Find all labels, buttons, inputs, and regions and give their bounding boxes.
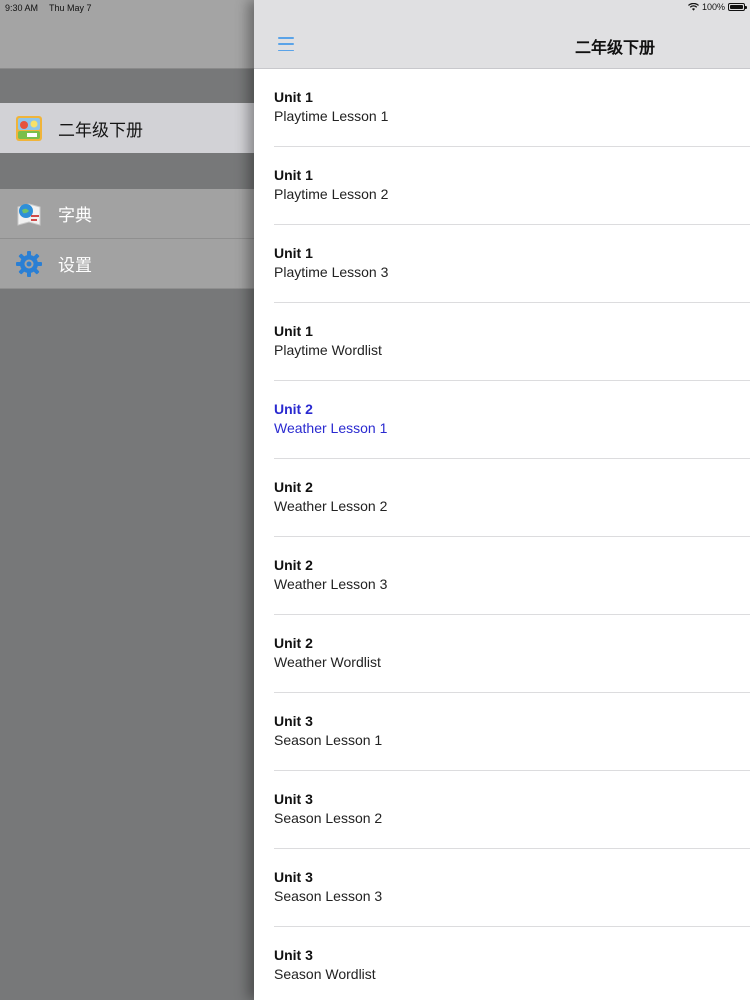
lesson-unit-label: Unit 1: [274, 245, 313, 261]
dictionary-icon: [14, 199, 44, 229]
lesson-title: Playtime Lesson 3: [274, 264, 389, 280]
battery-icon: [728, 3, 747, 11]
lesson-title: Weather Lesson 2: [274, 498, 388, 514]
lesson-title: Weather Lesson 3: [274, 576, 388, 592]
main-pane: 二年级下册 Unit 1 Playtime Lesson 1 Unit 1 Pl…: [254, 0, 750, 1000]
side-menu-item-label: 设置: [58, 256, 92, 275]
lesson-row-unit3-season-lesson2[interactable]: Unit 3 Season Lesson 2: [254, 771, 750, 849]
lesson-row-unit1-playtime-lesson3[interactable]: Unit 1 Playtime Lesson 3: [254, 225, 750, 303]
status-right: 100%: [687, 2, 747, 12]
lesson-row-unit3-season-wordlist[interactable]: Unit 3 Season Wordlist: [254, 927, 750, 1000]
lesson-row-unit3-season-lesson3[interactable]: Unit 3 Season Lesson 3: [254, 849, 750, 927]
lesson-row-unit3-season-lesson1[interactable]: Unit 3 Season Lesson 1: [254, 693, 750, 771]
lesson-row-unit2-weather-lesson1[interactable]: Unit 2 Weather Lesson 1: [254, 381, 750, 459]
lesson-row-unit2-weather-lesson3[interactable]: Unit 2 Weather Lesson 3: [254, 537, 750, 615]
lesson-row-unit2-weather-wordlist[interactable]: Unit 2 Weather Wordlist: [254, 615, 750, 693]
lesson-title: Playtime Lesson 2: [274, 186, 389, 202]
status-date: Thu May 7: [49, 3, 92, 13]
lesson-unit-label: Unit 3: [274, 947, 313, 963]
book-cover-icon: [14, 113, 44, 143]
lesson-list: Unit 1 Playtime Lesson 1 Unit 1 Playtime…: [254, 69, 750, 1000]
status-time: 9:30 AM: [5, 3, 39, 13]
lesson-title: Weather Lesson 1: [274, 420, 388, 436]
lesson-title: Weather Wordlist: [274, 654, 381, 670]
lesson-row-unit1-playtime-lesson2[interactable]: Unit 1 Playtime Lesson 2: [254, 147, 750, 225]
lesson-title: Playtime Lesson 1: [274, 108, 389, 124]
lesson-unit-label: Unit 3: [274, 791, 313, 807]
side-menu-item-label: 字典: [58, 206, 92, 225]
lesson-title: Season Lesson 3: [274, 888, 383, 904]
lesson-unit-label: Unit 3: [274, 869, 313, 885]
side-menu: 二年级下册 字典 设置: [0, 0, 254, 1000]
side-menu-item-label: 二年级下册: [58, 120, 143, 140]
hamburger-icon[interactable]: [278, 37, 294, 51]
lesson-row-unit1-playtime-wordlist[interactable]: Unit 1 Playtime Wordlist: [254, 303, 750, 381]
lesson-row-unit1-playtime-lesson1[interactable]: Unit 1 Playtime Lesson 1: [254, 69, 750, 147]
lesson-unit-label: Unit 2: [274, 479, 313, 495]
lesson-title: Season Wordlist: [274, 966, 376, 982]
side-menu-item-dictionary[interactable]: 字典: [0, 189, 254, 239]
lesson-title: Season Lesson 2: [274, 810, 383, 826]
lesson-row-unit2-weather-lesson2[interactable]: Unit 2 Weather Lesson 2: [254, 459, 750, 537]
gear-icon: [14, 249, 44, 279]
side-menu-item-settings[interactable]: 设置: [0, 239, 254, 289]
lesson-unit-label: Unit 1: [274, 323, 313, 339]
status-bar: 9:30 AM Thu May 7 100%: [0, 0, 750, 16]
lesson-unit-label: Unit 2: [274, 557, 313, 573]
wifi-icon: [687, 3, 699, 11]
lesson-unit-label: Unit 3: [274, 713, 313, 729]
lesson-title: Season Lesson 1: [274, 732, 383, 748]
lesson-unit-label: Unit 1: [274, 167, 313, 183]
lesson-unit-label: Unit 2: [274, 635, 313, 651]
lesson-unit-label: Unit 2: [274, 401, 313, 417]
battery-percent: 100%: [701, 2, 725, 12]
lesson-title: Playtime Wordlist: [274, 342, 382, 358]
side-menu-item-grade-book[interactable]: 二年级下册: [0, 103, 254, 153]
page-title: 二年级下册: [574, 40, 655, 57]
lesson-unit-label: Unit 1: [274, 89, 313, 105]
